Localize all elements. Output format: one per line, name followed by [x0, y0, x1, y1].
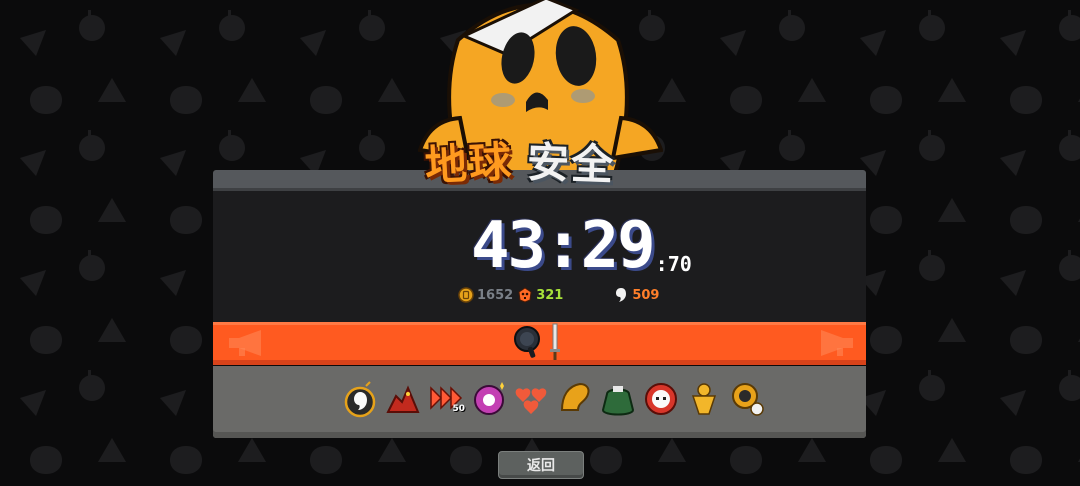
angry-skull-icon: [645, 383, 677, 415]
item-slot[interactable]: 50: [427, 380, 465, 418]
golden-clock-icon: [732, 383, 764, 416]
skull-badge-icon: [518, 287, 532, 303]
title-part-earth: 地球: [423, 136, 515, 191]
coin-icon: [458, 287, 474, 303]
item-slot[interactable]: [341, 380, 379, 418]
frying-pan-icon[interactable]: [513, 325, 545, 359]
magic-orb-icon: [474, 382, 504, 415]
survival-timer: 43:29 :70: [471, 208, 692, 278]
title-part-safe: 安全: [526, 137, 616, 190]
weapons-list: [513, 322, 561, 362]
timer-minutes-seconds: 43:29: [471, 209, 656, 283]
stats-row: 1652 321 509: [458, 285, 663, 305]
item-slot[interactable]: [384, 380, 422, 418]
megaphone-left-icon: [225, 328, 271, 358]
gold-value: 1652: [477, 287, 514, 303]
ghost-soul-icon: [616, 288, 627, 302]
sword-icon[interactable]: [549, 323, 561, 361]
gold-stat: 1652: [458, 287, 513, 303]
red-beast-icon: [386, 385, 420, 413]
game-title: 地球 安全: [423, 132, 616, 196]
megaphone-right-icon: [811, 328, 857, 358]
ghost-bomb-icon: [344, 381, 376, 418]
item-slot[interactable]: [556, 380, 594, 418]
souls-value: 509: [632, 287, 660, 303]
item-slot[interactable]: [599, 380, 637, 418]
item-slot[interactable]: [642, 380, 680, 418]
souls-stat: 509: [613, 287, 659, 303]
item-slot[interactable]: [728, 380, 766, 418]
item-slot[interactable]: [685, 380, 723, 418]
kills-value: 321: [536, 287, 564, 303]
item-stack-badge: 50: [452, 404, 465, 414]
items-list: 50: [341, 380, 766, 428]
kills-stat: 321: [517, 287, 563, 303]
timer-milliseconds: :70: [655, 252, 692, 276]
green-sack-icon: [601, 386, 635, 416]
return-button[interactable]: 返回: [498, 451, 584, 479]
hearts-icon: [515, 388, 547, 414]
item-slot[interactable]: [470, 380, 508, 418]
golden-wings-icon: [560, 382, 590, 411]
item-slot[interactable]: [513, 380, 551, 418]
result-panel: 43:29 :70 1652 321 509 50: [213, 170, 866, 438]
golden-figure-icon: [691, 383, 717, 415]
